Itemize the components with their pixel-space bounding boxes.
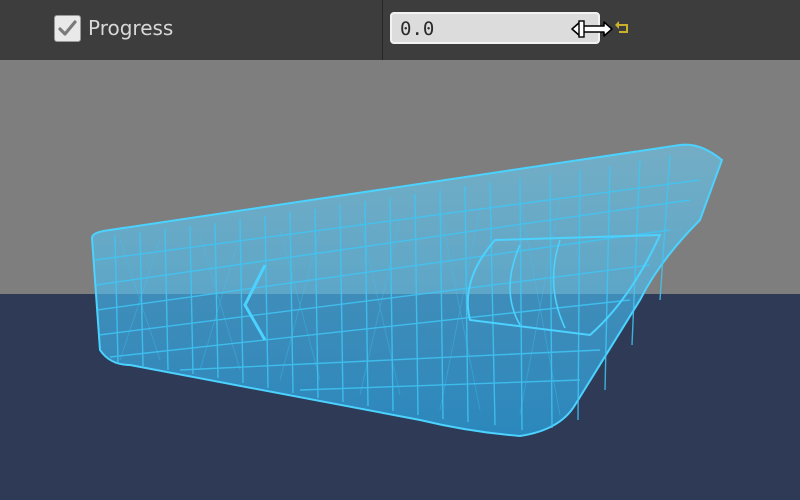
column-divider[interactable] <box>382 0 383 60</box>
progress-label: Progress <box>88 16 174 40</box>
wireframe-mesh <box>90 143 724 438</box>
details-property-row: Progress 0.0 <box>0 0 800 61</box>
checkmark-icon <box>58 20 77 36</box>
progress-value-field[interactable]: 0.0 <box>390 12 600 44</box>
mesh-body <box>90 143 724 438</box>
3d-viewport[interactable] <box>0 60 800 500</box>
progress-checkbox[interactable] <box>54 15 81 42</box>
reset-to-default-icon[interactable] <box>614 19 632 37</box>
horizontal-resize-cursor-icon <box>571 20 613 38</box>
